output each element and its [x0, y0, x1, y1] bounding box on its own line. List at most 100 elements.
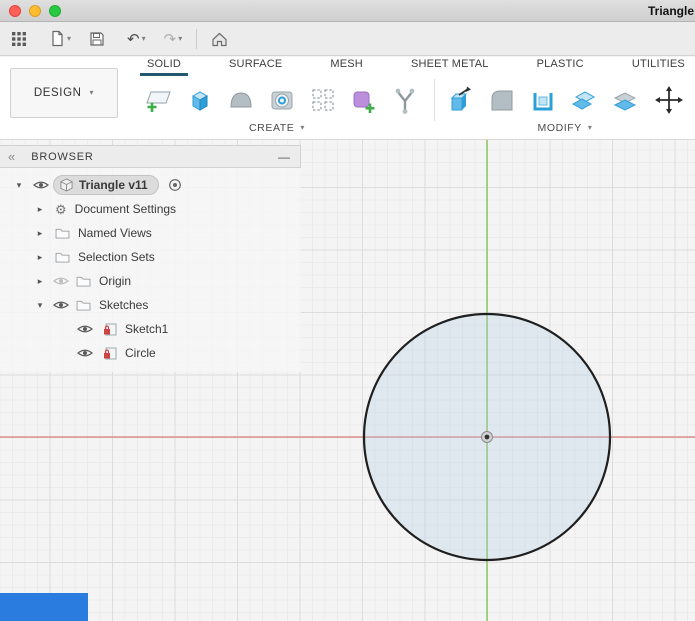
hole-button[interactable]: [263, 79, 301, 121]
tree-item-label: Named Views: [78, 226, 152, 240]
gear-icon: ⚙: [55, 201, 67, 217]
tree-item-document-settings[interactable]: ▸ ⚙ Document Settings: [0, 197, 301, 221]
redo-icon: ↷: [163, 30, 177, 48]
tree-item-label: Selection Sets: [78, 250, 155, 264]
combine-button[interactable]: [565, 79, 603, 121]
collapse-arrow-icon[interactable]: ▾: [12, 180, 26, 191]
origin-point-inner: [484, 434, 490, 440]
press-pull-button[interactable]: [442, 79, 480, 121]
ribbon-tools: [140, 78, 695, 122]
create-form-icon: [353, 91, 375, 113]
home-view-button[interactable]: [208, 26, 231, 52]
revolve-icon: [230, 92, 252, 108]
save-icon: [90, 31, 104, 46]
expand-arrow-icon[interactable]: ▸: [33, 252, 47, 263]
fusion-window: Triangle ▾ ↶ ▾ ↷ ▾ DESIGN ▾ SOLID SURFAC…: [0, 0, 695, 621]
tree-item-label: Origin: [99, 274, 132, 288]
ribbon: DESIGN ▾ SOLID SURFACE MESH SHEET METAL …: [0, 57, 695, 140]
app-grid-icon: [12, 31, 26, 46]
fillet-button[interactable]: [483, 79, 521, 121]
undo-caret-icon: ▾: [141, 33, 146, 43]
tree-item-root-component[interactable]: ▾ Triangle v11: [0, 173, 301, 197]
visibility-eye-icon[interactable]: [53, 300, 69, 310]
revolve-button[interactable]: [222, 79, 260, 121]
browser-panel: « BROWSER — ▾ Triangle v11 ▸ ⚙ Document …: [0, 145, 301, 372]
move-button[interactable]: [650, 79, 688, 121]
pattern-icon: [312, 89, 334, 111]
sketch-icon: [103, 322, 117, 336]
traffic-lights: [0, 4, 61, 17]
visibility-eye-off-icon[interactable]: [53, 276, 69, 286]
tree-item-origin[interactable]: ▸ Origin: [0, 269, 301, 293]
timeline-panel[interactable]: [0, 593, 88, 621]
tree-item-label: Circle: [125, 346, 156, 360]
visibility-eye-icon[interactable]: [77, 324, 93, 334]
create-sketch-icon: [146, 91, 171, 112]
shell-icon: [533, 93, 553, 111]
folder-icon: [55, 251, 70, 263]
tree-item-sketch1[interactable]: Sketch1: [0, 317, 301, 341]
shell-button[interactable]: [524, 79, 562, 121]
canvas-viewport[interactable]: « BROWSER — ▾ Triangle v11 ▸ ⚙ Document …: [0, 140, 695, 621]
collapse-panel-icon[interactable]: «: [8, 150, 15, 163]
combine-icon: [571, 91, 596, 110]
tree-item-selection-sets[interactable]: ▸ Selection Sets: [0, 245, 301, 269]
undo-icon: ↶: [127, 30, 140, 48]
folder-icon: [76, 299, 91, 311]
pattern-button[interactable]: [304, 79, 342, 121]
selected-item-pill[interactable]: Triangle v11: [53, 175, 159, 195]
file-menu-button[interactable]: ▾: [46, 26, 74, 52]
modify-caret-icon: ▾: [587, 123, 593, 132]
tree-item-label: Document Settings: [74, 202, 177, 216]
app-grid-button[interactable]: [8, 26, 30, 52]
hole-icon: [271, 91, 293, 110]
tree-item-sketches[interactable]: ▾ Sketches: [0, 293, 301, 317]
move-icon: [655, 86, 683, 114]
tab-plastic[interactable]: PLASTIC: [530, 56, 591, 76]
expand-arrow-icon[interactable]: ▸: [33, 276, 47, 287]
activate-component-icon[interactable]: [168, 178, 182, 192]
create-sketch-button[interactable]: [140, 79, 178, 121]
folder-icon: [76, 275, 91, 287]
folder-icon: [55, 227, 70, 239]
expand-arrow-icon[interactable]: ▸: [33, 228, 47, 239]
collapse-arrow-icon[interactable]: ▾: [33, 300, 47, 311]
tab-surface[interactable]: SURFACE: [222, 56, 289, 76]
create-dropdown[interactable]: CREATE ▾: [237, 122, 317, 134]
y-branch-tool-button[interactable]: [386, 79, 424, 121]
modify-dropdown[interactable]: MODIFY ▾: [525, 122, 605, 134]
tab-sheet-metal[interactable]: SHEET METAL: [404, 56, 496, 76]
tree-item-named-views[interactable]: ▸ Named Views: [0, 221, 301, 245]
home-icon: [212, 32, 227, 46]
expand-arrow-icon[interactable]: ▸: [33, 204, 47, 215]
file-menu-caret-icon: ▾: [67, 33, 72, 43]
design-workspace-label: DESIGN: [33, 87, 82, 99]
close-button[interactable]: [9, 4, 21, 17]
create-caret-icon: ▾: [300, 123, 306, 132]
redo-caret-icon: ▾: [178, 33, 183, 43]
minimize-panel-icon[interactable]: —: [278, 151, 290, 163]
fillet-icon: [491, 90, 513, 111]
tab-utilities[interactable]: UTILITIES: [625, 56, 692, 76]
redo-button[interactable]: ↷ ▾: [161, 26, 186, 52]
create-form-button[interactable]: [345, 79, 383, 121]
offset-plane-icon: [613, 92, 637, 111]
save-button[interactable]: [86, 26, 108, 52]
visibility-eye-icon[interactable]: [33, 180, 49, 190]
extrude-button[interactable]: [181, 79, 219, 121]
tab-mesh[interactable]: MESH: [323, 56, 370, 76]
tab-solid[interactable]: SOLID: [140, 56, 189, 76]
modify-dropdown-label: MODIFY: [537, 122, 582, 134]
component-icon: [60, 178, 73, 192]
visibility-eye-icon[interactable]: [77, 348, 93, 358]
design-workspace-button[interactable]: DESIGN ▾: [10, 68, 118, 118]
file-icon: [52, 30, 63, 47]
zoom-window-button[interactable]: [49, 4, 61, 17]
extrude-icon: [191, 91, 209, 111]
offset-plane-button[interactable]: [606, 79, 644, 121]
minimize-window-button[interactable]: [29, 4, 41, 17]
ribbon-tabs: SOLID SURFACE MESH SHEET METAL PLASTIC U…: [140, 57, 692, 76]
tree-item-circle[interactable]: Circle: [0, 341, 301, 365]
undo-button[interactable]: ↶ ▾: [124, 26, 149, 52]
browser-header: « BROWSER —: [0, 145, 301, 168]
